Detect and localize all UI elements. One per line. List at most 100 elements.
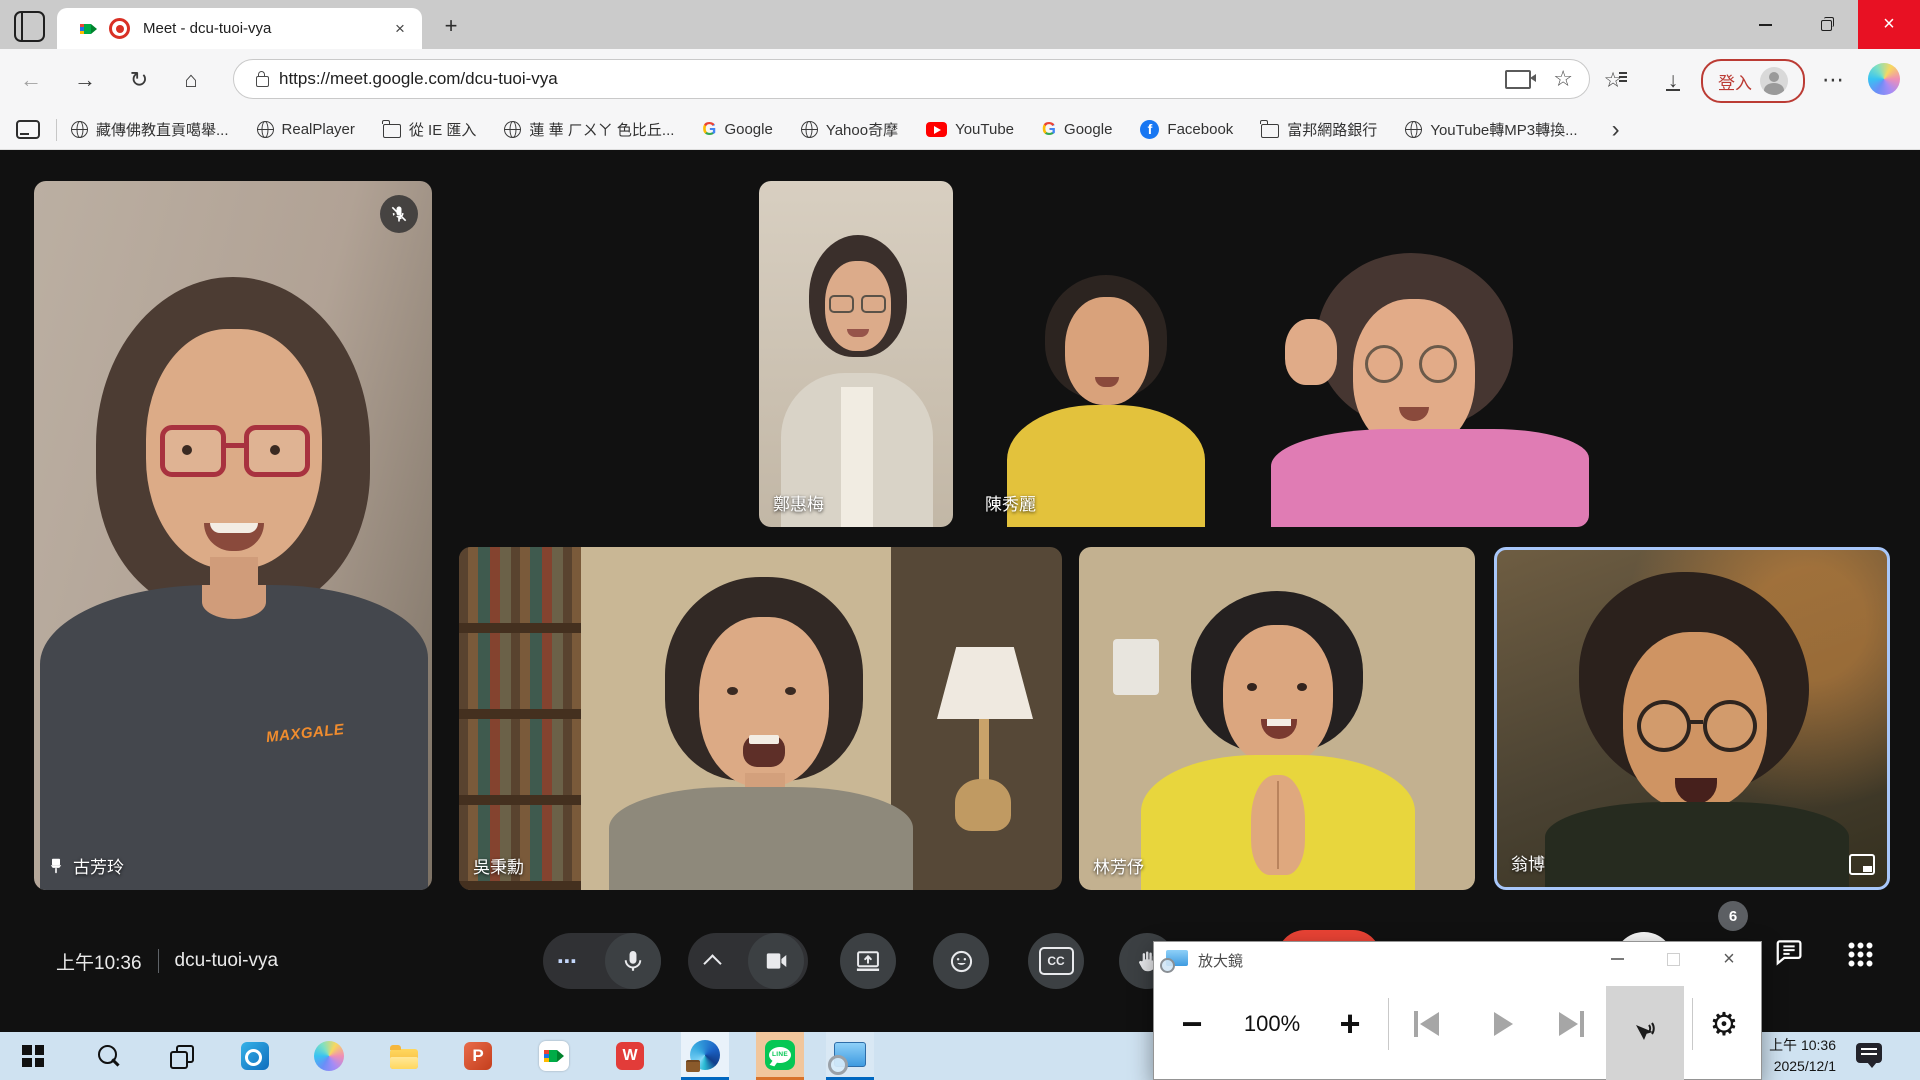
sign-in-button[interactable]: 登入 xyxy=(1701,59,1805,103)
microphone-button[interactable] xyxy=(605,933,661,989)
bookmark-item[interactable]: YouTube xyxy=(926,121,1014,138)
participant-video-active-speaker[interactable]: 翁博 xyxy=(1494,547,1890,890)
bookmark-item[interactable]: fFacebook xyxy=(1140,120,1233,139)
participant-count-badge: 6 xyxy=(1718,901,1748,931)
sidebar-panel-icon[interactable] xyxy=(16,120,40,139)
participant-video[interactable]: MAXGALE 古芳玲 xyxy=(34,181,432,890)
outlook-icon xyxy=(241,1042,269,1070)
emoji-icon xyxy=(948,948,975,975)
system-clock[interactable]: 上午 10:36 2025/12/1 xyxy=(1769,1035,1836,1077)
file-explorer-icon xyxy=(390,1049,418,1069)
address-bar[interactable]: https://meet.google.com/dcu-tuoi-vya ☆ xyxy=(233,59,1590,99)
magnifier-title: 放大鏡 xyxy=(1198,950,1243,971)
folder-icon xyxy=(383,124,401,138)
camera-in-use-icon[interactable] xyxy=(1505,70,1531,89)
camera-icon xyxy=(763,948,789,974)
captions-button[interactable]: CC xyxy=(1028,933,1084,989)
taskbar-magnifier-button[interactable] xyxy=(826,1032,874,1080)
tab-title: Meet - dcu-tuoi-vya xyxy=(143,20,388,37)
tab-close-icon[interactable]: × xyxy=(388,17,412,41)
bookmark-item[interactable]: 蓮 華 ㄏㄨㄚ 色比丘... xyxy=(504,119,674,140)
bookmark-item[interactable]: 從 IE 匯入 xyxy=(383,119,477,140)
add-favorite-star-icon[interactable]: ☆ xyxy=(1553,66,1573,92)
participant-nametag: 古芳玲 xyxy=(48,853,124,878)
bookmark-item[interactable]: 富邦網路銀行 xyxy=(1261,119,1377,140)
new-tab-button[interactable]: + xyxy=(437,12,465,40)
bookmark-item[interactable]: Yahoo奇摩 xyxy=(801,119,898,140)
zoom-in-button[interactable]: + xyxy=(1330,998,1370,1050)
participant-video[interactable]: 吳秉勳 xyxy=(459,547,1062,890)
google-g-icon: G xyxy=(702,119,716,140)
back-icon[interactable]: ← xyxy=(14,63,48,97)
mic-icon xyxy=(620,948,646,974)
bookmark-item[interactable]: RealPlayer xyxy=(257,121,355,138)
play-button[interactable] xyxy=(1481,994,1525,1054)
recording-indicator-icon xyxy=(109,18,130,39)
window-restore-button[interactable] xyxy=(1796,0,1858,49)
browser-menu-icon[interactable]: ⋯ xyxy=(1816,63,1850,97)
bookmark-item[interactable]: 藏傳佛教直貢噶舉... xyxy=(71,119,229,140)
taskbar-task-view-button[interactable] xyxy=(157,1032,205,1080)
taskbar-edge-button[interactable] xyxy=(681,1032,729,1080)
bookmark-item[interactable]: GGoogle xyxy=(1042,119,1112,140)
window-minimize-button[interactable] xyxy=(1734,0,1796,49)
participant-nametag: 鄭惠梅 xyxy=(773,490,824,515)
skip-to-end-button[interactable] xyxy=(1549,994,1593,1054)
cursor-speaker-icon xyxy=(1630,1019,1660,1049)
magnifier-window-icon xyxy=(1166,950,1188,966)
apps-grid-button[interactable] xyxy=(1845,939,1875,969)
bookmarks-overflow-icon[interactable]: › xyxy=(1612,116,1620,144)
taskbar-copilot-button[interactable] xyxy=(305,1032,353,1080)
site-security-lock-icon[interactable] xyxy=(256,76,269,87)
divider xyxy=(56,119,57,141)
magnifier-window[interactable]: 放大鏡 × − 100% + ⚙ xyxy=(1153,941,1762,1080)
camera-button[interactable] xyxy=(748,933,804,989)
magnifier-maximize-button[interactable] xyxy=(1651,942,1695,976)
taskbar-start-button[interactable] xyxy=(9,1032,57,1080)
forward-icon[interactable]: → xyxy=(68,63,102,97)
magnifier-close-button[interactable]: × xyxy=(1707,942,1751,976)
magnifier-minimize-button[interactable] xyxy=(1595,942,1639,976)
magnifier-titlebar[interactable]: 放大鏡 × xyxy=(1154,942,1761,976)
magnifier-settings-gear-icon[interactable]: ⚙ xyxy=(1702,998,1746,1050)
favorites-icon[interactable]: ☆ xyxy=(1596,63,1630,97)
call-more-options-icon[interactable]: ⋯ xyxy=(557,949,579,974)
divider xyxy=(158,949,159,973)
taskbar-line-button[interactable]: LINE xyxy=(756,1032,804,1080)
task-view-icon xyxy=(169,1044,193,1068)
copilot-icon[interactable] xyxy=(1868,63,1900,95)
taskbar-powerpoint-button[interactable]: P xyxy=(454,1032,502,1080)
refresh-icon[interactable]: ↻ xyxy=(122,63,156,97)
taskbar-file-explorer-button[interactable] xyxy=(380,1032,428,1080)
skip-to-start-button[interactable] xyxy=(1404,994,1448,1054)
home-icon[interactable]: ⌂ xyxy=(174,63,208,97)
cc-icon: CC xyxy=(1039,947,1074,975)
zoom-out-button[interactable]: − xyxy=(1172,998,1212,1050)
tray-date: 2025/12/1 xyxy=(1769,1056,1836,1077)
present-screen-button[interactable] xyxy=(840,933,896,989)
chat-button[interactable] xyxy=(1772,935,1806,969)
participant-nametag: 林芳伃 xyxy=(1093,853,1144,878)
bookmark-item[interactable]: GGoogle xyxy=(702,119,772,140)
chevron-up-icon[interactable] xyxy=(703,954,721,972)
tab-actions-menu-icon[interactable] xyxy=(14,11,45,42)
youtube-icon xyxy=(926,122,947,137)
participant-video[interactable]: 林芳伃 xyxy=(1079,547,1475,890)
participant-video[interactable]: 陳秀麗 xyxy=(971,181,1589,527)
picture-in-picture-icon[interactable] xyxy=(1849,854,1875,875)
taskbar-wps-button[interactable]: W xyxy=(606,1032,654,1080)
url-text[interactable]: https://meet.google.com/dcu-tuoi-vya xyxy=(279,69,1505,89)
participant-video[interactable]: 鄭惠梅 xyxy=(759,181,953,527)
window-close-button[interactable]: × xyxy=(1858,0,1920,49)
bookmark-item[interactable]: YouTube轉MP3轉換... xyxy=(1405,119,1577,140)
taskbar-google-meet-button[interactable] xyxy=(530,1032,578,1080)
downloads-icon[interactable]: ↓ xyxy=(1656,63,1690,97)
magnifier-controls: − 100% + ⚙ xyxy=(1154,976,1761,1079)
reactions-button[interactable] xyxy=(933,933,989,989)
tray-chat-icon[interactable] xyxy=(1856,1043,1882,1063)
maximize-icon xyxy=(1667,953,1680,966)
browser-tab[interactable]: Meet - dcu-tuoi-vya × xyxy=(57,8,422,49)
taskbar-outlook-button[interactable] xyxy=(231,1032,279,1080)
read-aloud-cursor-button[interactable] xyxy=(1606,986,1684,1080)
taskbar-search-button[interactable] xyxy=(84,1032,132,1080)
